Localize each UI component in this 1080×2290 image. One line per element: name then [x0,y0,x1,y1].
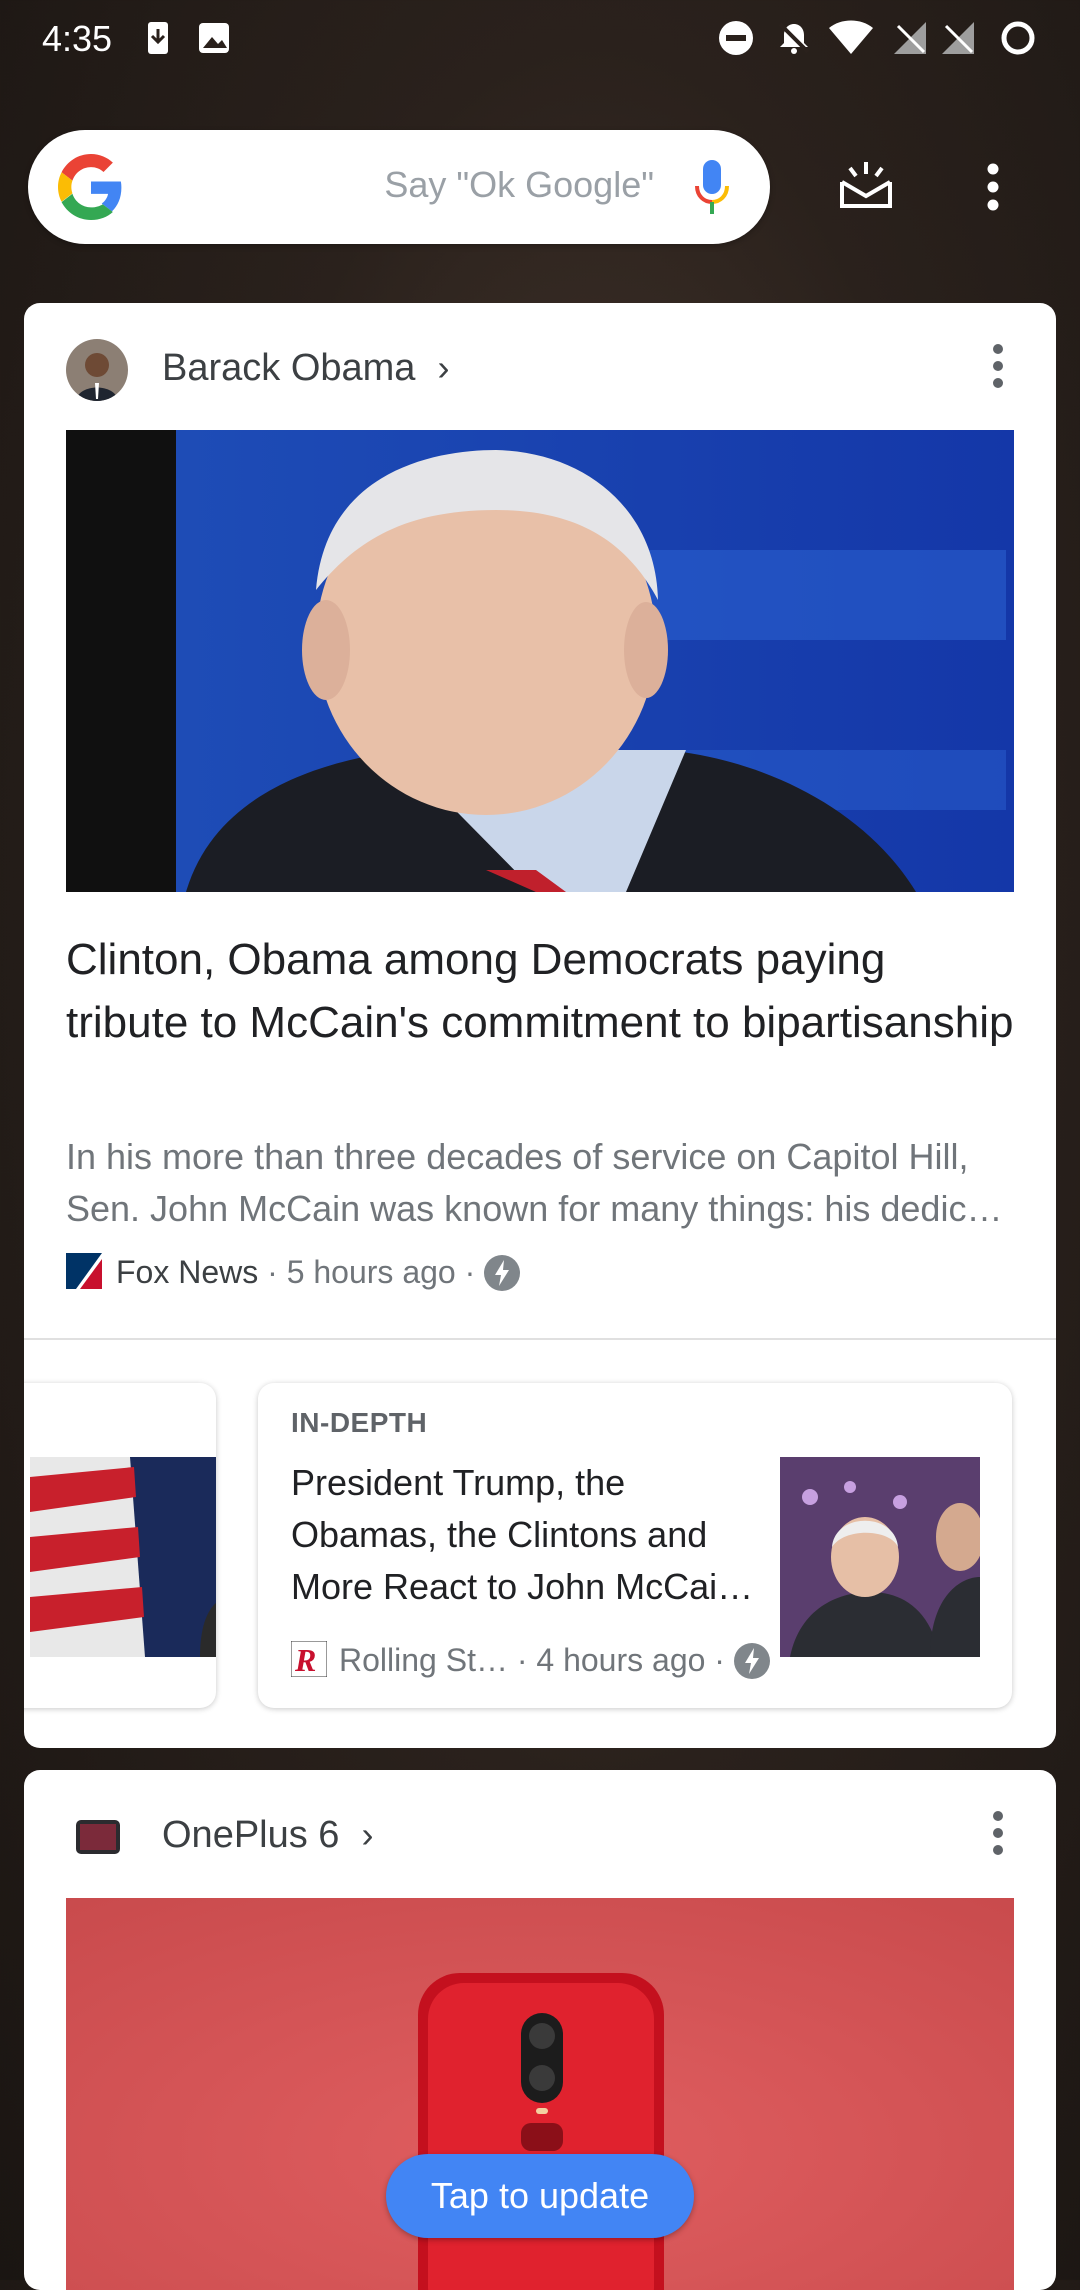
google-search-bar[interactable]: Say "Ok Google" [28,130,770,244]
image-icon [199,23,229,53]
download-icon [148,22,168,54]
no-signal-icon [942,22,974,54]
article-meta: Fox News · 5 hours ago · [66,1253,521,1293]
card-menu-icon[interactable] [992,343,1004,389]
status-bar: 4:35 [0,0,1080,80]
status-time: 4:35 [42,18,113,59]
article-snippet: In his more than three decades of servic… [66,1136,1003,1229]
amp-lightning-icon [733,1643,770,1679]
related-headline[interactable]: President Trump, the Obamas, the Clinton… [291,1457,761,1613]
related-story-card[interactable]: IN-DEPTH President Trump, the Obamas, th… [258,1383,1012,1708]
search-placeholder: Say "Ok Google" [384,164,654,205]
related-source: Rolling St… [339,1642,508,1678]
card-divider [24,1338,1056,1340]
chevron-right-icon: › [437,347,450,388]
google-logo-icon [58,154,122,220]
hero-image[interactable] [66,430,1014,892]
more-options-icon[interactable] [986,162,1000,212]
do-not-disturb-icon [719,21,753,55]
topic-avatar [66,339,128,401]
article-headline[interactable]: Clinton, Obama among Democrats paying tr… [66,928,1014,1054]
wifi-icon [829,20,873,54]
related-story-image [30,1457,216,1657]
related-meta: R Rolling St… · 4 hours ago · [290,1640,770,1679]
related-time: 4 hours ago [536,1642,706,1678]
topic-label: OnePlus 6 [162,1814,340,1856]
amp-lightning-icon [484,1255,521,1291]
topic-header[interactable]: OnePlus 6 › [66,1800,666,1870]
rolling-stone-logo-icon: R [290,1640,328,1678]
svg-text:R: R [294,1642,316,1677]
topic-header[interactable]: Barack Obama › [66,333,666,403]
no-signal-icon [894,22,926,54]
topic-label: Barack Obama [162,347,416,389]
source-name: Fox News [116,1254,259,1290]
news-card[interactable]: Barack Obama › Clinton, Obama among Democ… [24,303,1056,1748]
tap-to-update-button[interactable]: Tap to update [386,2154,694,2238]
notifications-off-icon [778,22,810,54]
article-time: 5 hours ago [286,1254,456,1290]
card-menu-icon[interactable] [992,1810,1004,1856]
loading-circle-icon [1001,21,1035,55]
updates-inbox-icon[interactable] [838,160,894,210]
topic-avatar [66,1806,128,1868]
chevron-right-icon: › [361,1814,374,1855]
microphone-icon[interactable] [692,158,732,218]
related-kicker: IN-DEPTH [291,1407,428,1438]
related-story-image [780,1457,980,1657]
fox-news-logo-icon [66,1253,102,1289]
related-story-card-prev[interactable] [24,1383,216,1708]
